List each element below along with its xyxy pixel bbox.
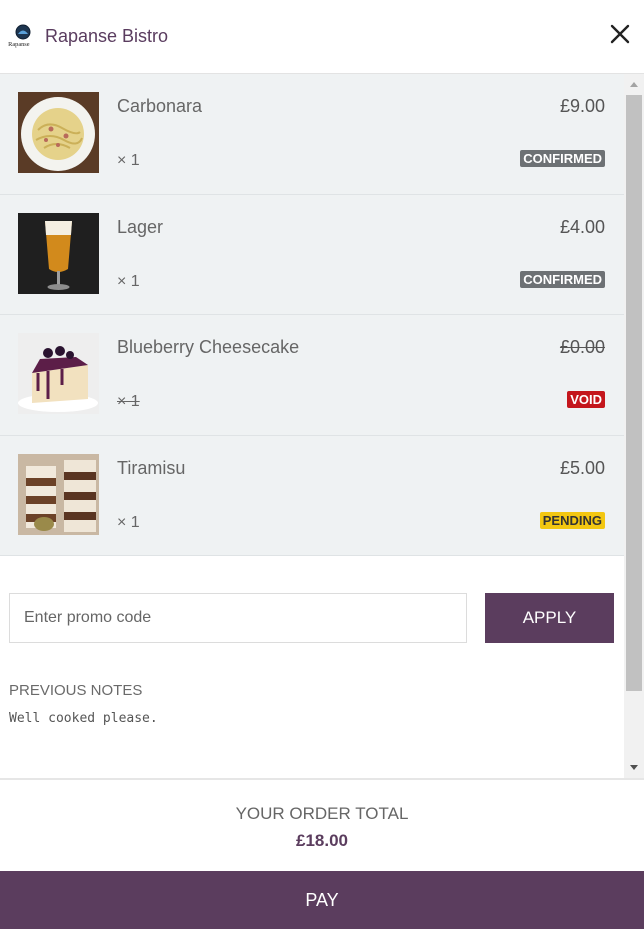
status-badge: CONFIRMED (520, 270, 605, 288)
item-name: Carbonara (117, 96, 203, 116)
pay-button[interactable]: PAY (0, 871, 644, 929)
tiramisu-photo (18, 453, 99, 535)
item-quantity: × 1 (117, 152, 140, 169)
item-price: £5.00 (559, 457, 605, 478)
item-name: Lager (117, 216, 164, 237)
item-price: £0.00 (559, 337, 605, 357)
status-badge: VOID (567, 391, 605, 408)
header: Rapanse Rapanse Bistro (0, 0, 644, 74)
lager-photo (18, 212, 99, 294)
order-item-list: Carbonara × 1 £9.00 CONFIRMED Lager × 1 … (0, 74, 624, 556)
order-total-value: £18.00 (296, 831, 348, 850)
scroll-up-arrow-icon[interactable] (630, 82, 638, 87)
previous-notes-text: Well cooked please. (9, 711, 158, 726)
scrollbar[interactable] (624, 74, 644, 778)
item-price: £9.00 (559, 96, 605, 116)
close-icon[interactable] (608, 22, 632, 46)
cheesecake-photo (18, 333, 99, 414)
item-name: Tiramisu (117, 457, 186, 478)
item-price: £4.00 (559, 216, 605, 237)
brand-name: Rapanse Bistro (45, 26, 169, 46)
bistro-logo-icon: Rapanse (8, 23, 37, 51)
scroll-down-arrow-icon[interactable] (630, 765, 638, 770)
status-badge: CONFIRMED (520, 150, 605, 167)
item-quantity: × 1 (117, 393, 140, 410)
item-name: Blueberry Cheesecake (117, 337, 300, 357)
order-scroll-area[interactable]: Carbonara × 1 £9.00 CONFIRMED Lager × 1 … (0, 74, 644, 778)
order-item-tiramisu: Tiramisu × 1 £5.00 PENDING (0, 436, 624, 556)
order-item-carbonara: Carbonara × 1 £9.00 CONFIRMED (0, 74, 624, 195)
order-total-label: YOUR ORDER TOTAL (235, 804, 409, 823)
carbonara-photo (18, 92, 99, 173)
order-item-lager: Lager × 1 £4.00 CONFIRMED (0, 195, 624, 315)
logo-wordmark: Rapanse (8, 40, 30, 48)
promo-code-input[interactable] (9, 593, 467, 643)
item-quantity: × 1 (117, 513, 140, 531)
item-quantity: × 1 (117, 272, 140, 290)
scrollbar-thumb[interactable] (626, 95, 642, 691)
status-badge: PENDING (539, 511, 605, 529)
order-total-section: YOUR ORDER TOTAL £18.00 (0, 778, 644, 871)
order-item-blueberry-cheesecake: Blueberry Cheesecake × 1 £0.00 VOID (0, 315, 624, 436)
previous-notes-label: PREVIOUS NOTES (9, 682, 143, 699)
apply-promo-button[interactable]: APPLY (485, 593, 614, 643)
